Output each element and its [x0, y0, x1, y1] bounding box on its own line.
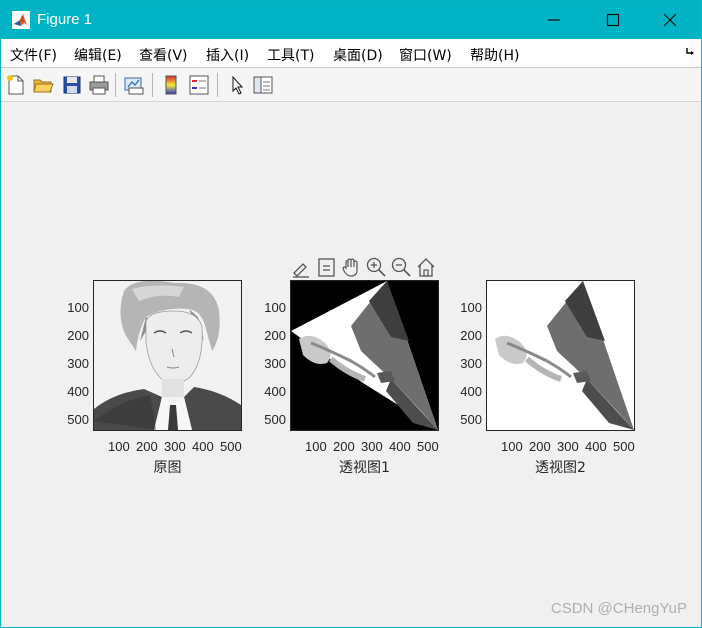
- ytick-label: 100: [460, 300, 482, 315]
- xtick-label: 300: [361, 439, 383, 454]
- window-title: Figure 1: [37, 11, 93, 28]
- menu-help[interactable]: 帮助(H): [470, 45, 519, 65]
- xtick-label: 100: [501, 439, 523, 454]
- insert-colorbar-icon[interactable]: [160, 74, 182, 96]
- axes-perspective-1[interactable]: [290, 280, 439, 431]
- perspective-1-image: [291, 281, 438, 430]
- toolbar-separator: [152, 73, 153, 97]
- ytick-label: 200: [264, 328, 286, 343]
- minimize-icon: [548, 19, 560, 21]
- xtick-label: 300: [164, 439, 186, 454]
- ytick-label: 500: [67, 412, 89, 427]
- ytick-label: 200: [67, 328, 89, 343]
- axes-original[interactable]: [93, 280, 242, 431]
- xtick-label: 400: [389, 439, 411, 454]
- open-file-icon[interactable]: [32, 74, 54, 96]
- insert-legend-icon[interactable]: [188, 74, 210, 96]
- toolbar-separator: [217, 73, 218, 97]
- ytick-label: 300: [264, 356, 286, 371]
- xtick-label: 500: [613, 439, 635, 454]
- xtick-label: 300: [557, 439, 579, 454]
- property-inspector-icon[interactable]: [252, 74, 274, 96]
- xtick-label: 400: [192, 439, 214, 454]
- xtick-label: 500: [220, 439, 242, 454]
- xtick-label: 500: [417, 439, 439, 454]
- figure-window: Figure 1 文件(F) 编辑(E) 查看(V) 插入(I) 工具(T) 桌…: [0, 0, 702, 628]
- ytick-label: 100: [67, 300, 89, 315]
- ytick-label: 500: [460, 412, 482, 427]
- ytick-label: 400: [67, 384, 89, 399]
- watermark: CSDN @CHengYuP: [550, 600, 687, 617]
- ytick-label: 100: [264, 300, 286, 315]
- xlabel-perspective-2: 透视图2: [535, 460, 586, 476]
- toolbar-separator: [115, 73, 116, 97]
- perspective-2-image: [487, 281, 634, 430]
- xtick-label: 200: [136, 439, 158, 454]
- xlabel-perspective-1: 透视图1: [339, 460, 390, 476]
- axes-perspective-2[interactable]: [486, 280, 635, 431]
- xtick-label: 200: [333, 439, 355, 454]
- original-portrait-image: [94, 281, 241, 430]
- xtick-label: 100: [305, 439, 327, 454]
- xtick-label: 400: [585, 439, 607, 454]
- ytick-label: 300: [460, 356, 482, 371]
- menu-insert[interactable]: 插入(I): [206, 45, 249, 65]
- ytick-label: 300: [67, 356, 89, 371]
- edit-plot-arrow-icon[interactable]: [226, 74, 248, 96]
- xtick-label: 100: [108, 439, 130, 454]
- pan-hand-icon[interactable]: [340, 256, 362, 278]
- save-icon[interactable]: [61, 74, 83, 96]
- xlabel-original: 原图: [153, 460, 182, 476]
- title-bar[interactable]: Figure 1: [1, 1, 701, 39]
- close-button[interactable]: [647, 1, 693, 39]
- ytick-label: 400: [264, 384, 286, 399]
- zoom-out-icon[interactable]: [390, 256, 412, 278]
- ytick-label: 200: [460, 328, 482, 343]
- minimize-button[interactable]: [531, 1, 577, 39]
- link-plot-icon[interactable]: [123, 74, 145, 96]
- menu-bar: 文件(F) 编辑(E) 查看(V) 插入(I) 工具(T) 桌面(D) 窗口(W…: [1, 39, 701, 68]
- menu-view[interactable]: 查看(V): [139, 45, 188, 65]
- ytick-label: 500: [264, 412, 286, 427]
- xtick-label: 200: [529, 439, 551, 454]
- home-restore-icon[interactable]: [415, 256, 437, 278]
- close-icon: [663, 13, 677, 27]
- print-icon[interactable]: [88, 74, 110, 96]
- zoom-in-icon[interactable]: [365, 256, 387, 278]
- matlab-logo-icon: [12, 11, 30, 29]
- menu-tools[interactable]: 工具(T): [267, 45, 314, 65]
- figure-toolbar: [1, 68, 701, 102]
- new-figure-icon[interactable]: [5, 74, 27, 96]
- menu-file[interactable]: 文件(F): [10, 45, 57, 65]
- menu-window[interactable]: 窗口(W): [399, 45, 452, 65]
- brush-icon[interactable]: [290, 256, 312, 278]
- menu-desktop[interactable]: 桌面(D): [333, 45, 383, 65]
- menu-edit[interactable]: 编辑(E): [74, 45, 122, 65]
- maximize-icon: [606, 13, 620, 27]
- maximize-button[interactable]: [590, 1, 636, 39]
- dock-arrow-icon[interactable]: [685, 46, 695, 56]
- ytick-label: 400: [460, 384, 482, 399]
- data-tips-icon[interactable]: [315, 256, 337, 278]
